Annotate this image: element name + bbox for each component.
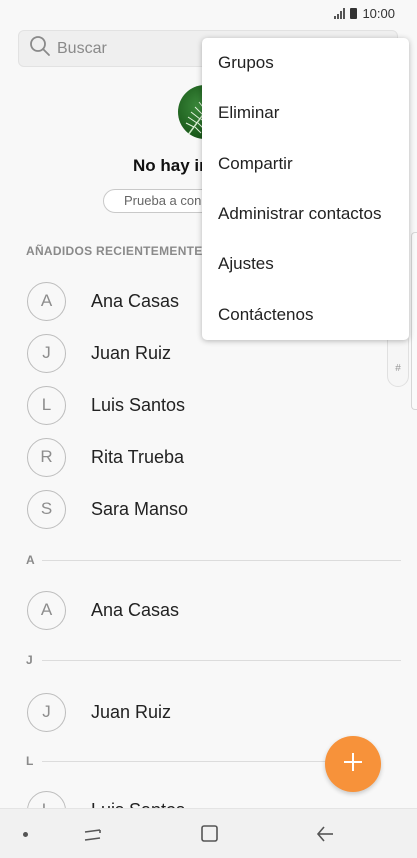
recent-apps-icon[interactable]	[82, 823, 104, 850]
add-contact-button[interactable]	[325, 736, 381, 792]
contact-row[interactable]: A Ana Casas	[27, 281, 179, 321]
edge-panel-handle[interactable]	[411, 232, 417, 410]
menu-item-groups[interactable]: Grupos	[202, 38, 409, 88]
contact-avatar: A	[27, 590, 66, 630]
contact-avatar: L	[27, 385, 66, 425]
menu-item-settings[interactable]: Ajustes	[202, 239, 409, 289]
battery-icon	[350, 7, 358, 19]
signal-icon	[334, 7, 346, 19]
overflow-menu: Grupos Eliminar Compartir Administrar co…	[202, 38, 409, 340]
divider-line	[42, 559, 401, 561]
contact-avatar: J	[27, 333, 66, 373]
menu-item-contact-us[interactable]: Contáctenos	[202, 289, 409, 339]
section-divider-l: L	[26, 754, 326, 768]
search-placeholder: Buscar	[57, 39, 107, 57]
contact-name: Juan Ruiz	[91, 701, 172, 722]
clock: 10:00	[362, 5, 395, 21]
contact-name: Ana Casas	[91, 599, 180, 620]
contact-avatar: A	[27, 281, 66, 321]
back-icon[interactable]	[314, 823, 336, 850]
contact-name: Sara Manso	[91, 498, 189, 519]
divider-line	[42, 760, 326, 762]
contact-name: Ana Casas	[91, 290, 180, 311]
contact-row[interactable]: J Juan Ruiz	[27, 692, 171, 732]
empty-state-title: No hay in	[133, 156, 210, 175]
section-letter: L	[26, 754, 34, 768]
contact-row[interactable]: L Luis Santos	[27, 385, 185, 425]
section-divider-j: J	[26, 653, 401, 667]
contact-row[interactable]: S Sara Manso	[27, 489, 188, 529]
contact-avatar: S	[27, 489, 66, 529]
status-bar: 10:00	[0, 0, 417, 26]
contact-avatar: R	[27, 437, 66, 477]
contact-avatar: J	[27, 692, 66, 732]
section-divider-a: A	[26, 553, 401, 567]
home-icon[interactable]	[199, 823, 221, 850]
nav-dot-indicator	[23, 832, 28, 837]
menu-item-manage-contacts[interactable]: Administrar contactos	[202, 189, 409, 239]
plus-icon	[342, 751, 364, 778]
menu-item-share[interactable]: Compartir	[202, 139, 409, 189]
contact-name: Rita Trueba	[91, 446, 185, 467]
contact-name: Juan Ruiz	[91, 342, 172, 363]
contact-row[interactable]: R Rita Trueba	[27, 437, 184, 477]
recent-header: AÑADIDOS RECIENTEMENTE	[26, 244, 203, 258]
section-letter: A	[26, 553, 35, 567]
search-icon	[29, 35, 51, 62]
divider-line	[42, 659, 401, 661]
contact-row[interactable]: J Juan Ruiz	[27, 333, 171, 373]
menu-item-delete[interactable]: Eliminar	[202, 88, 409, 138]
navigation-bar	[0, 808, 417, 858]
contact-row[interactable]: A Ana Casas	[27, 590, 179, 630]
contact-name: Luis Santos	[91, 394, 186, 415]
section-letter: J	[26, 653, 33, 667]
